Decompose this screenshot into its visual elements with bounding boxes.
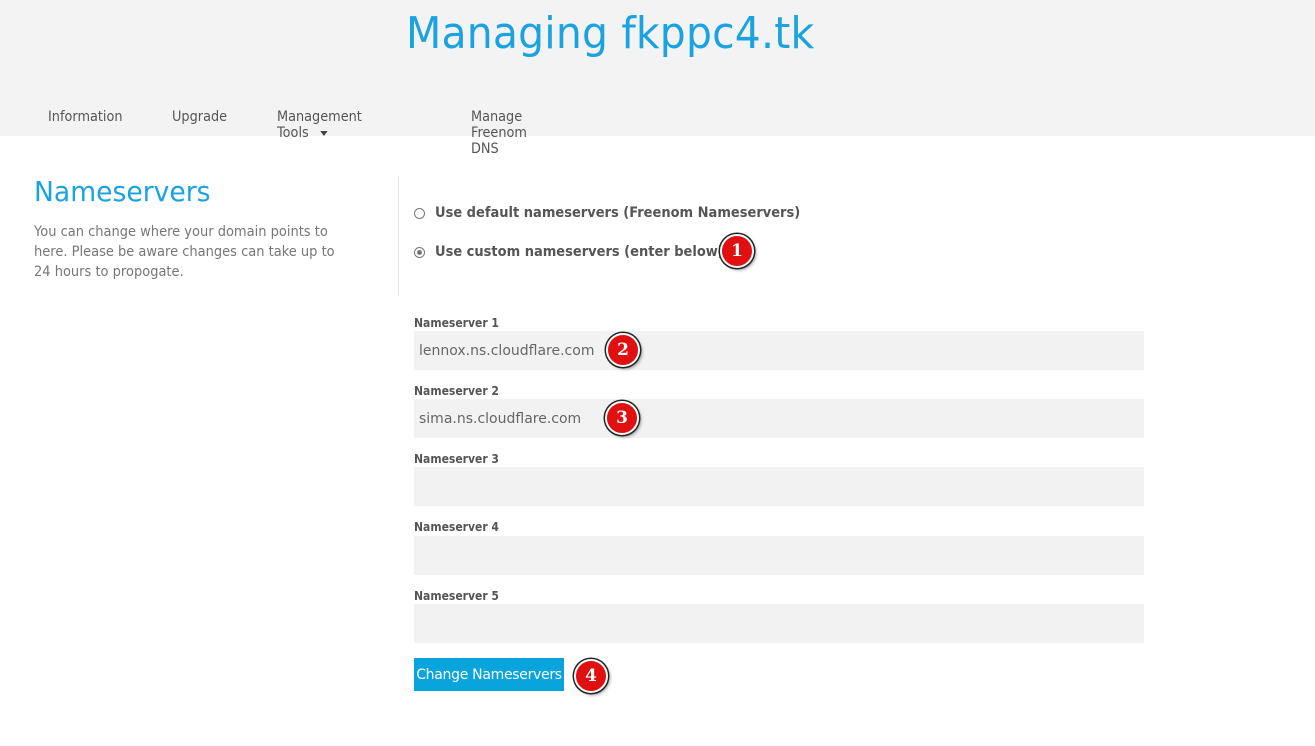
section-title: Nameservers [34, 175, 211, 208]
section-description: You can change where your domain points … [34, 224, 335, 280]
nameserver-1-input[interactable] [414, 331, 1144, 370]
nav-management-tools-label: Management Tools [277, 109, 362, 141]
custom-nameservers-radio[interactable] [414, 246, 425, 258]
nameserver-3-label: Nameserver 3 [414, 452, 499, 466]
nav-upgrade[interactable]: Upgrade [172, 109, 227, 125]
nameserver-1-label: Nameserver 1 [414, 316, 499, 330]
page-title: Managing fkppc4.tk [406, 8, 815, 59]
step-marker-4: 4 [574, 659, 608, 693]
nameserver-4-label: Nameserver 4 [414, 520, 499, 534]
default-nameservers-option[interactable]: Use default nameservers (Freenom Nameser… [414, 205, 828, 221]
default-nameservers-label: Use default nameservers (Freenom Nameser… [435, 205, 801, 221]
step-marker-2: 2 [606, 333, 640, 367]
nameserver-2-input[interactable] [414, 399, 1144, 438]
header-bar: Managing fkppc4.tk Information Upgrade M… [0, 0, 1315, 157]
nameserver-4-input[interactable] [414, 536, 1144, 575]
nameserver-2-label: Nameserver 2 [414, 384, 499, 398]
nameserver-5-input[interactable] [414, 604, 1144, 643]
nameserver-5-label: Nameserver 5 [414, 589, 499, 603]
nav-information[interactable]: Information [48, 109, 123, 125]
caret-down-icon [319, 130, 328, 136]
nav-manage-freenom-dns[interactable]: Manage Freenom DNS [471, 109, 527, 157]
change-nameservers-button[interactable]: Change Nameservers [414, 658, 564, 691]
default-nameservers-radio[interactable] [414, 207, 425, 219]
step-marker-1: 1 [720, 234, 754, 268]
step-marker-3: 3 [605, 401, 639, 435]
nameserver-3-input[interactable] [414, 467, 1144, 506]
section-divider [398, 176, 399, 296]
nav-management-tools[interactable]: Management Tools [277, 109, 362, 141]
custom-nameservers-label: Use custom nameservers (enter below) [435, 244, 724, 260]
custom-nameservers-option[interactable]: Use custom nameservers (enter below) [414, 244, 746, 260]
